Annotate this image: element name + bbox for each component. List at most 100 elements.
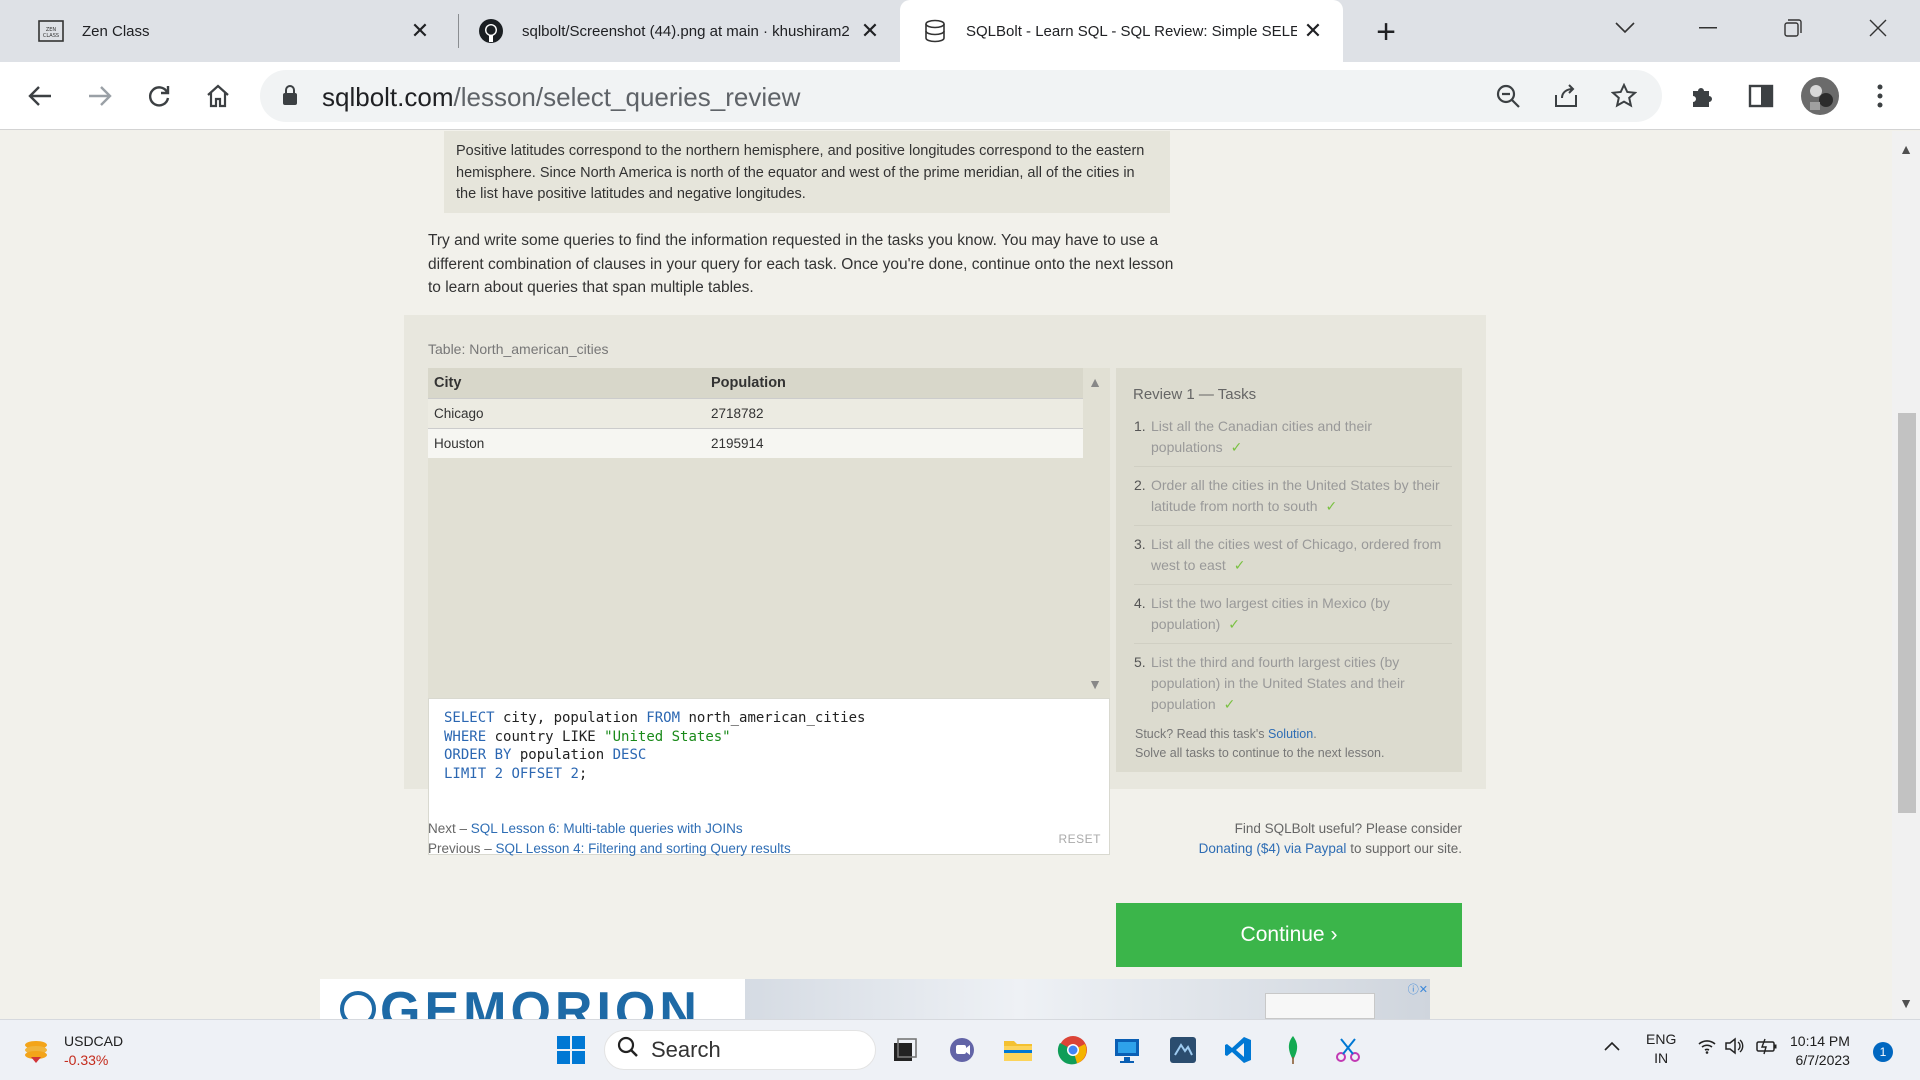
tasks-title: Review 1 — Tasks (1133, 386, 1257, 403)
task-number: 3. (1134, 536, 1146, 552)
sql-keyword: WHERE (444, 728, 487, 745)
donate-link[interactable]: Donating ($4) via Paypal (1199, 841, 1347, 856)
wifi-icon[interactable] (1698, 1038, 1716, 1057)
bookmark-star-icon[interactable] (1604, 76, 1644, 116)
battery-icon[interactable] (1756, 1037, 1778, 1058)
tasks-panel: Review 1 — Tasks 1. List all the Canadian… (1116, 368, 1462, 772)
extensions-icon[interactable] (1682, 76, 1722, 116)
currency-icon (22, 1037, 50, 1065)
task-text: List the two largest cities in Mexico (b… (1151, 595, 1390, 632)
input-language[interactable]: ENG IN (1646, 1030, 1676, 1068)
check-icon: ✓ (1223, 696, 1236, 712)
tab-sqlbolt[interactable]: SQLBolt - Learn SQL - SQL Review: Simple… (900, 0, 1343, 62)
ad-brand: GEMORION (380, 982, 701, 1019)
check-icon: ✓ (1228, 616, 1241, 632)
minimize-icon[interactable] (1685, 8, 1731, 48)
donate-note: Find SQLBolt useful? Please consider Don… (1199, 819, 1462, 859)
lesson-intro: Try and write some queries to find the i… (428, 232, 1174, 296)
reset-button[interactable]: RESET (1058, 832, 1101, 846)
scroll-thumb[interactable] (1898, 413, 1916, 813)
close-window-icon[interactable] (1855, 8, 1901, 48)
vscode-icon[interactable] (1218, 1030, 1258, 1070)
web-page: Positive latitudes correspond to the nor… (0, 131, 1920, 1019)
system-clock[interactable]: 10:14 PM 6/7/2023 (1790, 1032, 1850, 1070)
address-bar[interactable]: sqlbolt.com/lesson/select_queries_review (260, 70, 1662, 122)
tab-zen-class[interactable]: ZEN CLASS Zen Class ✕ (0, 0, 450, 62)
scroll-up-icon[interactable]: ▲ (1898, 141, 1914, 157)
lock-icon[interactable] (282, 84, 298, 111)
forward-icon[interactable] (80, 76, 120, 116)
continue-button[interactable]: Continue › (1116, 903, 1462, 967)
reload-icon[interactable] (139, 76, 179, 116)
restore-icon[interactable] (1770, 8, 1816, 48)
new-tab-icon[interactable]: + (1366, 12, 1406, 52)
results-table: City Population Chicago 2718782 Houston … (428, 368, 1083, 458)
check-icon: ✓ (1325, 498, 1338, 514)
region-code: IN (1654, 1050, 1669, 1066)
show-hidden-icons-chevron[interactable] (1604, 1038, 1620, 1054)
results-header: City Population (428, 368, 1083, 398)
truck-image (1265, 993, 1375, 1019)
side-panel-icon[interactable] (1741, 76, 1781, 116)
advertisement-banner[interactable]: GEMORION ⓘ✕ (320, 979, 1430, 1019)
file-explorer-icon[interactable] (998, 1030, 1038, 1070)
tab-title: SQLBolt - Learn SQL - SQL Review: Simple… (966, 22, 1297, 40)
tab-title: sqlbolt/Screenshot (44).png at main · kh… (522, 22, 850, 40)
task-text: List the third and fourth largest cities… (1151, 654, 1405, 712)
notification-badge[interactable]: 1 (1873, 1042, 1893, 1062)
page-scrollbar[interactable]: ▲ ▼ (1892, 131, 1920, 1019)
previous-lesson-link[interactable]: SQL Lesson 4: Filtering and sorting Quer… (496, 841, 791, 856)
sql-string: "United States" (604, 728, 731, 745)
taskbar-search[interactable]: Search (604, 1030, 876, 1070)
zoom-icon[interactable] (1488, 76, 1528, 116)
windows-taskbar: USDCAD -0.33% Search ENG IN 10:14 PM 6/7… (0, 1019, 1920, 1080)
stuck-text: Stuck? Read this task's (1135, 727, 1269, 741)
sql-text: north_american_cities (680, 710, 866, 726)
share-icon[interactable] (1546, 76, 1586, 116)
gem-icon (340, 991, 376, 1019)
url-text[interactable]: sqlbolt.com/lesson/select_queries_review (322, 82, 800, 113)
sql-text: city, population (494, 710, 647, 726)
ticker-change: -0.33% (64, 1052, 109, 1068)
tab-separator (458, 14, 459, 48)
stock-widget[interactable]: USDCAD -0.33% (22, 1032, 123, 1070)
close-tab-icon[interactable]: ✕ (404, 15, 436, 47)
ad-choices-icon[interactable]: ⓘ✕ (1408, 981, 1428, 997)
scroll-down-icon[interactable]: ▼ (1898, 995, 1914, 1011)
clock-time: 10:14 PM (1790, 1033, 1850, 1049)
browser-menu-icon[interactable] (1860, 76, 1900, 116)
url-host: sqlbolt.com (322, 82, 454, 112)
sql-number: 2 (562, 765, 579, 782)
teams-chat-icon[interactable] (942, 1030, 982, 1070)
chrome-icon[interactable] (1053, 1030, 1093, 1070)
close-tab-icon[interactable]: ✕ (854, 15, 886, 47)
sql-workbench-icon[interactable] (1163, 1030, 1203, 1070)
home-icon[interactable] (198, 76, 238, 116)
table-caption: Table: North_american_cities (428, 341, 609, 357)
task-view-icon[interactable] (885, 1030, 925, 1070)
tab-search-chevron-icon[interactable] (1602, 8, 1648, 48)
column-header: Population (705, 368, 1083, 398)
sql-query-text[interactable]: SELECT city, population FROM north_ameri… (444, 709, 865, 783)
lesson-note: Positive latitudes correspond to the nor… (444, 131, 1170, 213)
scroll-up-arrow-icon[interactable]: ▲ (1088, 374, 1102, 390)
volume-icon[interactable] (1724, 1037, 1744, 1058)
lesson-content: Positive latitudes correspond to the nor… (404, 131, 1486, 967)
solution-link[interactable]: Solution (1268, 727, 1313, 741)
zen-class-icon: ZEN CLASS (38, 18, 64, 44)
remote-desktop-icon[interactable] (1108, 1030, 1148, 1070)
profile-avatar[interactable] (1800, 76, 1840, 116)
back-icon[interactable] (20, 76, 60, 116)
task-item: 3. List all the cities west of Chicago, o… (1134, 534, 1452, 585)
table-cell: 2195914 (705, 427, 1083, 458)
windows-start-icon[interactable] (551, 1030, 591, 1070)
next-lesson-link[interactable]: SQL Lesson 6: Multi-table queries with J… (471, 821, 743, 836)
query-results[interactable]: City Population Chicago 2718782 Houston … (428, 368, 1110, 698)
snipping-tool-icon[interactable] (1328, 1030, 1368, 1070)
tab-github[interactable]: sqlbolt/Screenshot (44).png at main · kh… (460, 0, 900, 62)
table-cell: Houston (428, 427, 705, 458)
scroll-down-arrow-icon[interactable]: ▼ (1088, 676, 1102, 692)
task-list: 1. List all the Canadian cities and their… (1134, 416, 1452, 731)
close-tab-icon[interactable]: ✕ (1297, 15, 1329, 47)
mongodb-icon[interactable] (1273, 1030, 1313, 1070)
